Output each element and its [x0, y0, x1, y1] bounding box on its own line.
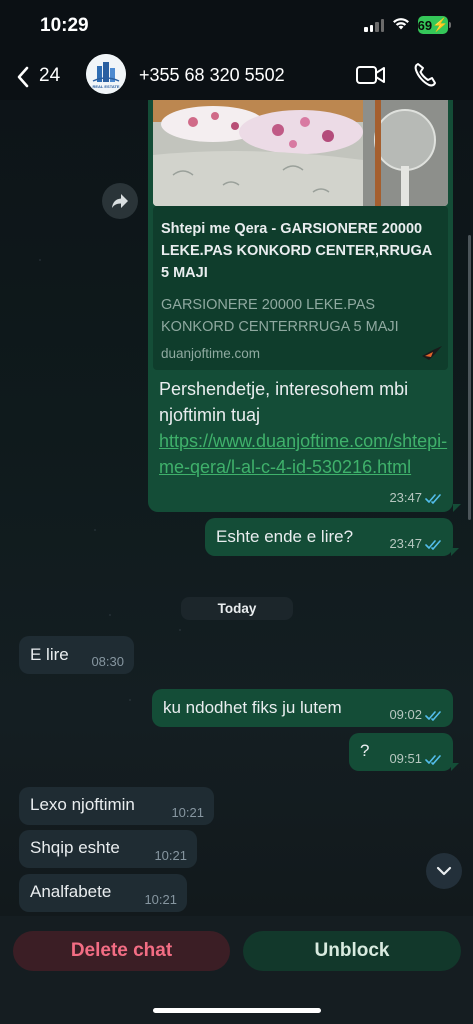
back-chevron-icon[interactable] [16, 66, 30, 88]
link-preview-description: GARSIONERE 20000 LEKE.PAS KONKORD CENTER… [161, 297, 399, 335]
bubble-tail [451, 548, 459, 556]
scroll-to-bottom-button[interactable] [426, 853, 462, 889]
battery-icon: 69 ⚡ [417, 16, 449, 34]
message-bubble-incoming[interactable]: Shqip eshte 10:21 [19, 830, 197, 868]
battery-tip [449, 22, 451, 28]
message-meta: 09:02 [389, 708, 443, 722]
message-bubble-incoming[interactable]: E lire 08:30 [19, 636, 134, 674]
message-text-body: Pershendetje, interesohem mbi njoftimin … [159, 379, 409, 425]
message-text: E lire [30, 645, 69, 664]
message-text: Analfabete [30, 882, 112, 901]
link-preview[interactable]: Shtepi me Qera - GARSIONERE 20000 LEKE.P… [153, 206, 448, 370]
bubble-tail [453, 504, 461, 512]
message-meta: 23:47 [389, 537, 443, 551]
message-text: ku ndodhet fiks ju lutem [163, 698, 342, 717]
message-link[interactable]: https://www.duanjoftime.com/shtepi-me-qe… [159, 431, 447, 477]
delete-chat-button[interactable]: Delete chat [13, 931, 230, 971]
read-ticks-icon [425, 754, 441, 765]
message-time: 23:47 [389, 536, 422, 551]
message-bubble-incoming[interactable]: Analfabete 10:21 [19, 874, 187, 912]
message-time: 09:51 [389, 751, 422, 766]
message-meta: 10:21 [154, 849, 187, 863]
site-logo-icon [422, 346, 442, 360]
blocked-contact-bar: Delete chat Unblock [0, 916, 473, 1024]
message-text: Lexo njoftimin [30, 795, 135, 814]
unblock-button[interactable]: Unblock [243, 931, 461, 971]
read-ticks-icon [425, 710, 441, 721]
message-meta: 10:21 [171, 806, 204, 820]
video-call-icon[interactable] [355, 64, 387, 86]
day-separator: Today [181, 597, 293, 620]
message-meta: 08:30 [91, 655, 124, 669]
message-bubble-outgoing[interactable]: Eshte ende e lire? 23:47 [205, 518, 453, 556]
chat-header: 24 REAL ESTATE +355 68 320 5502 [0, 52, 473, 100]
bed-photo [153, 100, 448, 206]
home-indicator[interactable] [153, 1008, 321, 1013]
link-preview-title: Shtepi me Qera - GARSIONERE 20000 LEKE.P… [161, 221, 432, 281]
message-time: 10:21 [144, 892, 177, 907]
preview-image[interactable] [153, 100, 448, 206]
message-text: ? [360, 741, 370, 760]
message-meta: 10:21 [144, 893, 177, 907]
message-time: 10:21 [154, 848, 187, 863]
bubble-tail [451, 763, 459, 771]
message-time: 09:02 [389, 707, 422, 722]
message-meta: 23:47 [389, 491, 443, 505]
back-count[interactable]: 24 [39, 65, 60, 87]
status-bar: 10:29 69 ⚡ [0, 0, 473, 52]
message-meta: 09:51 [389, 752, 443, 766]
message-bubble-outgoing[interactable]: ku ndodhet fiks ju lutem 09:02 [152, 689, 453, 727]
battery-level: 69 [417, 17, 433, 33]
read-ticks-icon [425, 539, 441, 550]
scrollbar[interactable] [468, 235, 471, 520]
chevron-down-icon [436, 866, 452, 876]
cellular-signal-icon [364, 19, 384, 32]
phone-call-icon[interactable] [413, 62, 437, 88]
message-time: 23:47 [389, 490, 422, 505]
message-text: Pershendetje, interesohem mbi njoftimin … [159, 376, 447, 480]
message-time: 10:21 [171, 805, 204, 820]
avatar-caption: REAL ESTATE [92, 84, 120, 89]
message-bubble-incoming[interactable]: Lexo njoftimin 10:21 [19, 787, 214, 825]
wifi-icon [393, 18, 409, 30]
avatar[interactable]: REAL ESTATE [86, 54, 126, 94]
status-time: 10:29 [40, 15, 89, 36]
message-time: 08:30 [91, 654, 124, 669]
message-bubble-outgoing[interactable]: Shtepi me Qera - GARSIONERE 20000 LEKE.P… [148, 100, 453, 512]
contact-name[interactable]: +355 68 320 5502 [139, 65, 285, 86]
read-ticks-icon [425, 493, 441, 504]
message-text: Shqip eshte [30, 838, 120, 857]
message-text: Eshte ende e lire? [216, 527, 354, 546]
forward-icon [112, 194, 128, 208]
message-bubble-outgoing[interactable]: ? 09:51 [349, 733, 453, 771]
link-preview-domain: duanjoftime.com [161, 346, 261, 361]
forward-button[interactable] [102, 183, 138, 219]
